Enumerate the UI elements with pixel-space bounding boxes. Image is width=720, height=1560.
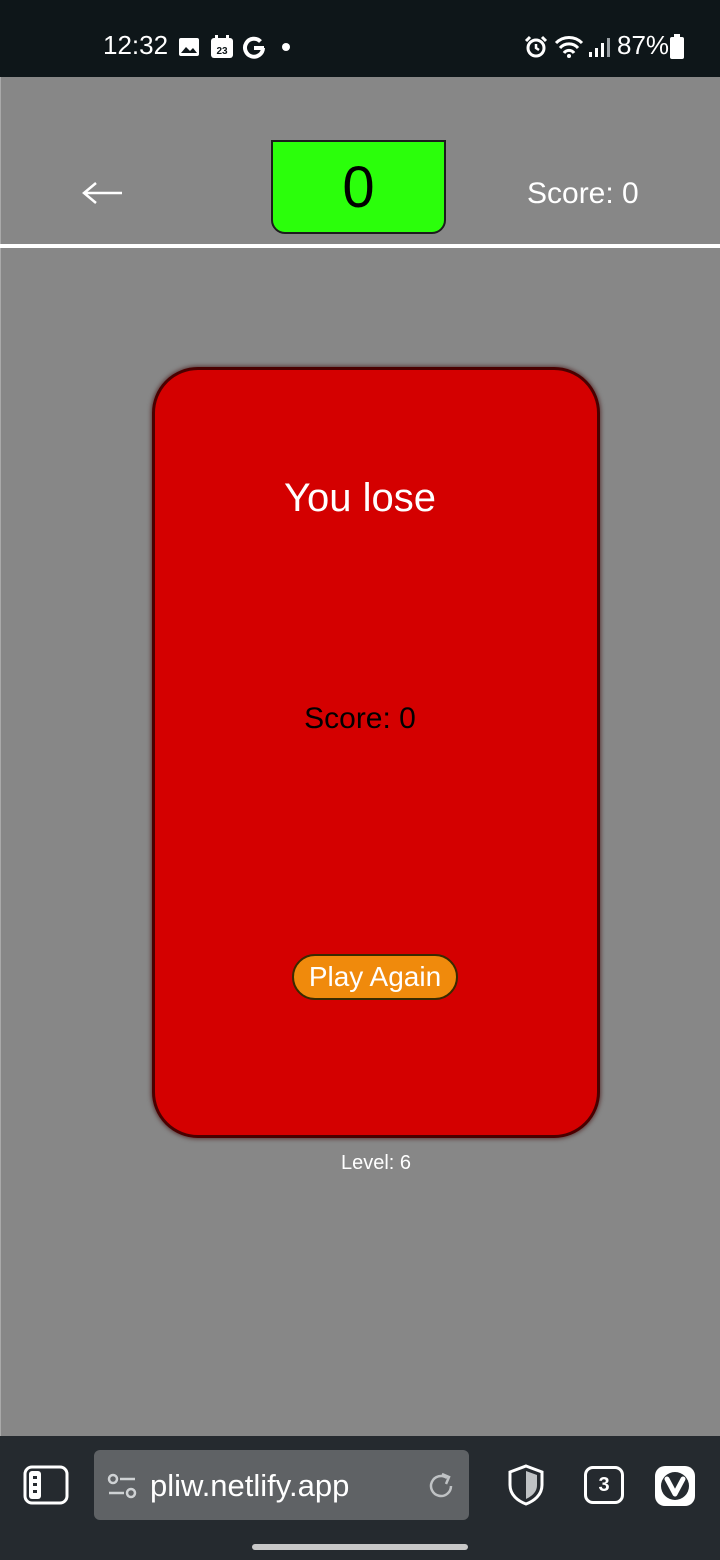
play-again-button[interactable]: Play Again (292, 954, 458, 1000)
calendar-day: 23 (216, 46, 228, 57)
back-arrow-icon[interactable] (80, 178, 124, 208)
wifi-icon (554, 36, 584, 58)
battery-icon (670, 34, 684, 59)
notification-dot-icon (282, 43, 290, 51)
alarm-icon (524, 35, 548, 58)
level-label: Level: 6 (340, 1152, 412, 1174)
counter-display: 0 (271, 140, 446, 234)
signal-icon (589, 38, 610, 57)
gesture-handle[interactable] (252, 1544, 468, 1550)
url-text[interactable]: pliw.netlify.app (150, 1468, 349, 1504)
result-score: Score: 0 (304, 702, 416, 735)
site-settings-icon[interactable] (107, 1472, 137, 1500)
header-divider (0, 244, 720, 248)
tabs-button[interactable]: 3 (584, 1466, 624, 1504)
phone-screen: 12:32 23 87% 0 Score: 0 You lose Score: … (0, 0, 720, 1560)
header-score: Score: 0 (527, 177, 639, 210)
status-time: 12:32 (103, 30, 169, 60)
panels-icon[interactable] (23, 1465, 69, 1505)
google-icon (243, 36, 265, 59)
battery-percent: 87% (617, 30, 670, 60)
gallery-icon (179, 38, 199, 56)
shield-icon[interactable] (506, 1463, 546, 1507)
calendar-icon: 23 (211, 35, 233, 58)
status-bar: 12:32 23 87% (0, 0, 720, 77)
result-title: You lose (284, 476, 436, 520)
reload-icon[interactable] (426, 1471, 456, 1501)
vivaldi-menu-icon[interactable] (654, 1465, 696, 1507)
